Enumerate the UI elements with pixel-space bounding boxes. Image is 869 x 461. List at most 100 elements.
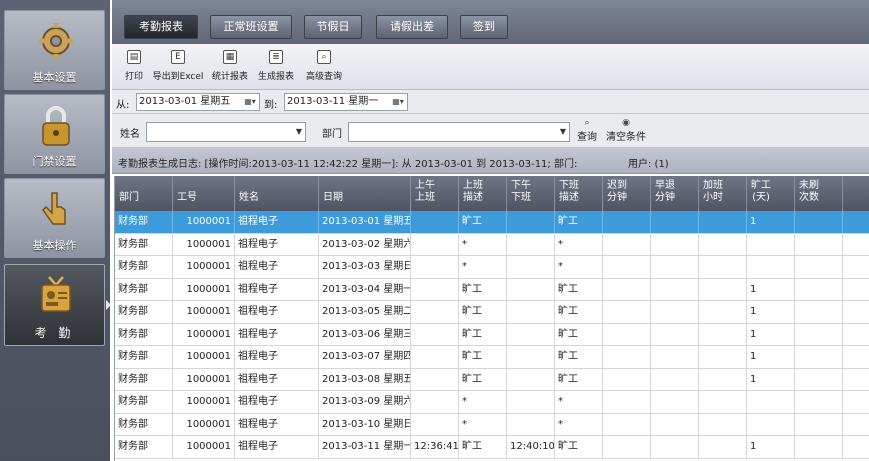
- header-col-early-minutes[interactable]: 早退 分钟: [651, 176, 699, 211]
- header-label: 日期: [323, 192, 343, 203]
- table-row[interactable]: 财务部 1000001 祖程电子 2013-03-10 星期日 * *: [115, 413, 869, 436]
- header-label: 下班 描述: [559, 180, 579, 203]
- cell-col-out-desc: *: [555, 256, 603, 278]
- sidebar-item-basic-settings[interactable]: 基本设置: [4, 10, 105, 90]
- cell-col-late-minutes: [603, 211, 651, 233]
- cell-col-name: 祖程电子: [235, 323, 319, 346]
- from-label: 从:: [116, 100, 130, 111]
- sidebar-item-access-control[interactable]: 门禁设置: [4, 94, 105, 174]
- header-col-am-in[interactable]: 上午 上班: [411, 176, 459, 211]
- cell-col-early-minutes: [651, 256, 699, 278]
- header-col-in-desc[interactable]: 上班 描述: [459, 176, 507, 211]
- header-col-out-desc[interactable]: 下班 描述: [555, 176, 603, 211]
- stats-report-button[interactable]: ▦ 统计报表: [210, 50, 250, 86]
- calendar-dropdown-icon[interactable]: ▦▾: [388, 94, 408, 110]
- table-row[interactable]: 财务部 1000001 祖程电子 2013-03-04 星期一 旷工 旷工 1: [115, 278, 869, 301]
- stats-report-label: 统计报表: [211, 72, 248, 82]
- header-col-date[interactable]: 日期: [319, 176, 411, 211]
- cell-col-am-in: [411, 233, 459, 256]
- report-log-text: 考勤报表生成日志: [操作时间:2013-03-11 12:42:22 星期一]…: [118, 159, 578, 170]
- clear-conditions-button[interactable]: ◉ 清空条件: [602, 118, 650, 143]
- header-col-overtime-hours[interactable]: 加班 小时: [699, 176, 747, 211]
- cell-col-early-minutes: [651, 323, 699, 346]
- tab-bar: 考勤报表 正常班设置 节假日 请假出差 签到: [112, 0, 869, 44]
- cell-col-am-in: [411, 211, 459, 233]
- export-excel-button[interactable]: E 导出到Excel: [150, 50, 206, 86]
- table-row[interactable]: 财务部 1000001 祖程电子 2013-03-11 星期一 12:36:41 旷工 12…: [115, 436, 869, 459]
- table-row[interactable]: 财务部 1000001 祖程电子 2013-03-05 星期二 旷工 旷工 1: [115, 301, 869, 324]
- cell-col-dept: 财务部: [115, 413, 173, 436]
- sidebar-item-label: 门禁设置: [32, 155, 77, 168]
- cell-col-late-minutes: [603, 301, 651, 323]
- cell-col-missed-swipes: [795, 391, 843, 413]
- cell-col-dept: 财务部: [115, 436, 173, 458]
- cell-col-date: 2013-03-05 星期二: [319, 301, 411, 323]
- table-row[interactable]: 财务部 1000001 祖程电子 2013-03-08 星期五 旷工 旷工 1: [115, 368, 869, 391]
- name-label: 姓名: [120, 129, 140, 140]
- table-row[interactable]: 财务部 1000001 祖程电子 2013-03-01 星期五 旷工 旷工 1: [115, 211, 869, 234]
- cell-col-dept: 财务部: [115, 391, 173, 413]
- table-row[interactable]: 财务部 1000001 祖程电子 2013-03-06 星期三 旷工 旷工 1: [115, 323, 869, 346]
- header-col-late-minutes[interactable]: 迟到 分钟: [603, 176, 651, 211]
- tab-normal-shift-settings[interactable]: 正常班设置: [210, 15, 292, 39]
- name-select[interactable]: ▼: [146, 122, 306, 142]
- cell-col-am-in: [411, 346, 459, 368]
- cell-col-missed-swipes: [795, 436, 843, 458]
- table-header: 部门 工号 姓名 日期 上午 上班 上班 描述 下午 下班 下班 描述 迟到 分钟 早退 分钟 加班…: [115, 176, 869, 211]
- cell-col-employee-id: 1000001: [173, 413, 235, 436]
- cell-col-out-desc: *: [555, 233, 603, 256]
- cell-col-date: 2013-03-04 星期一: [319, 278, 411, 301]
- tab-holidays[interactable]: 节假日: [304, 15, 362, 39]
- cell-col-out-desc: 旷工: [555, 323, 603, 346]
- clear-label: 清空条件: [606, 132, 646, 143]
- cell-col-date: 2013-03-10 星期日: [319, 413, 411, 436]
- cell-col-early-minutes: [651, 413, 699, 436]
- header-col-dept[interactable]: 部门: [115, 176, 173, 211]
- cell-col-dept: 财务部: [115, 301, 173, 323]
- cell-col-dept: 财务部: [115, 211, 173, 233]
- table-row[interactable]: 财务部 1000001 祖程电子 2013-03-03 星期日 * *: [115, 256, 869, 279]
- advanced-query-button[interactable]: ⌕ 高级查询: [302, 50, 346, 86]
- sidebar-item-basic-operation[interactable]: 基本操作: [4, 178, 105, 258]
- table-row[interactable]: 财务部 1000001 祖程电子 2013-03-02 星期六 * *: [115, 233, 869, 256]
- tab-attendance-report[interactable]: 考勤报表: [124, 15, 198, 39]
- header-col-missed-swipes[interactable]: 未刷 次数: [795, 176, 843, 211]
- cell-col-in-desc: 旷工: [459, 211, 507, 233]
- cell-col-early-minutes: [651, 368, 699, 391]
- cell-col-pm-out: [507, 346, 555, 368]
- cell-col-date: 2013-03-02 星期六: [319, 233, 411, 256]
- tab-leave-business-trip[interactable]: 请假出差: [376, 15, 448, 39]
- cell-col-in-desc: 旷工: [459, 301, 507, 323]
- cell-col-out-desc: 旷工: [555, 211, 603, 233]
- cell-col-late-minutes: [603, 368, 651, 391]
- cell-col-employee-id: 1000001: [173, 323, 235, 346]
- table-row[interactable]: 财务部 1000001 祖程电子 2013-03-07 星期四 旷工 旷工 1: [115, 346, 869, 369]
- cell-col-in-desc: 旷工: [459, 278, 507, 301]
- tab-sign-in[interactable]: 签到: [460, 15, 508, 39]
- cell-col-name: 祖程电子: [235, 278, 319, 301]
- calendar-dropdown-icon[interactable]: ▦▾: [240, 94, 260, 110]
- cell-col-employee-id: 1000001: [173, 211, 235, 233]
- cell-col-overtime-hours: [699, 346, 747, 368]
- header-label: 下午 下班: [511, 180, 531, 203]
- cell-col-pm-out: [507, 301, 555, 323]
- header-col-employee-id[interactable]: 工号: [173, 176, 235, 211]
- print-button[interactable]: ▤ 打印: [122, 50, 146, 86]
- header-col-absent-days[interactable]: 旷工 (天): [747, 176, 795, 211]
- dept-select[interactable]: ▼: [348, 122, 570, 142]
- cell-col-date: 2013-03-08 星期五: [319, 368, 411, 391]
- from-date-value: 2013-03-01 星期五: [139, 96, 231, 107]
- query-button[interactable]: ⌕ 查询: [574, 118, 600, 143]
- sidebar-item-attendance[interactable]: 考 勤: [4, 264, 105, 346]
- header-col-name[interactable]: 姓名: [235, 176, 319, 211]
- magnifier-icon: ⌕: [317, 50, 331, 64]
- cell-col-overtime-hours: [699, 391, 747, 413]
- header-col-pm-out[interactable]: 下午 下班: [507, 176, 555, 211]
- table-row[interactable]: 财务部 1000001 祖程电子 2013-03-09 星期六 * *: [115, 391, 869, 414]
- cell-col-employee-id: 1000001: [173, 391, 235, 413]
- cell-col-date: 2013-03-03 星期日: [319, 256, 411, 278]
- cell-col-name: 祖程电子: [235, 391, 319, 413]
- cell-col-am-in: [411, 323, 459, 346]
- gear-icon: [39, 23, 73, 59]
- generate-report-button[interactable]: ≣ 生成报表: [254, 50, 298, 86]
